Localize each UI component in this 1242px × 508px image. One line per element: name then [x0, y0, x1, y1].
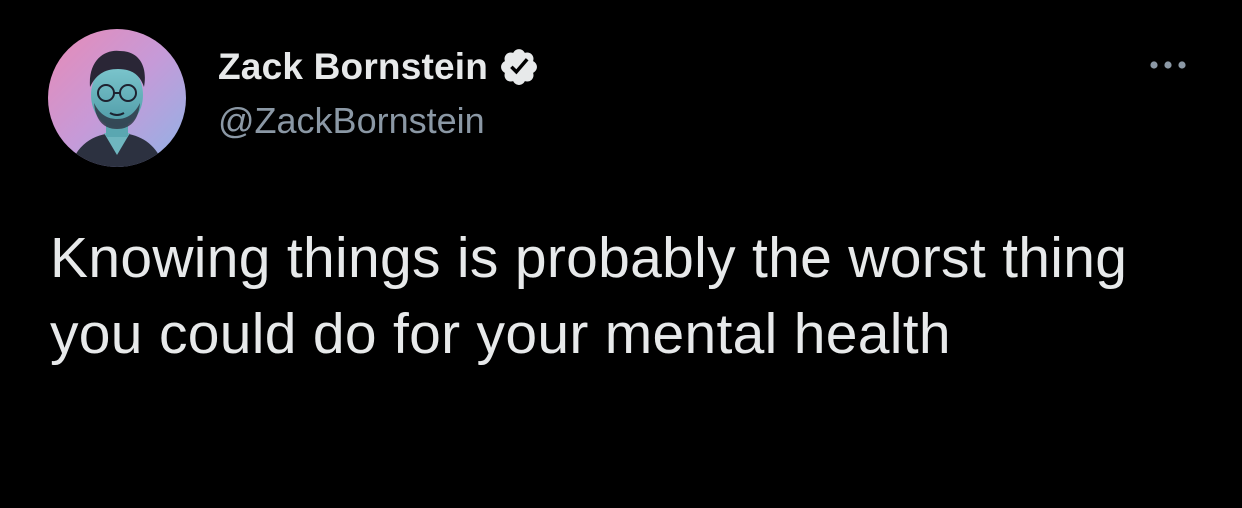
author-handle[interactable]: @ZackBornstein: [218, 100, 485, 142]
tweet-card: Zack Bornstein @ZackBornstein Knowing th…: [0, 0, 1242, 508]
author-avatar[interactable]: [48, 29, 186, 167]
tweet-text: Knowing things is probably the worst thi…: [50, 226, 1128, 366]
more-horizontal-icon: [1150, 61, 1186, 69]
avatar-image: [48, 29, 186, 167]
more-options-button[interactable]: [1142, 50, 1194, 80]
verified-badge-icon: [498, 46, 540, 88]
author-name-row: Zack Bornstein: [218, 43, 540, 91]
author-display-name[interactable]: Zack Bornstein: [218, 46, 488, 88]
